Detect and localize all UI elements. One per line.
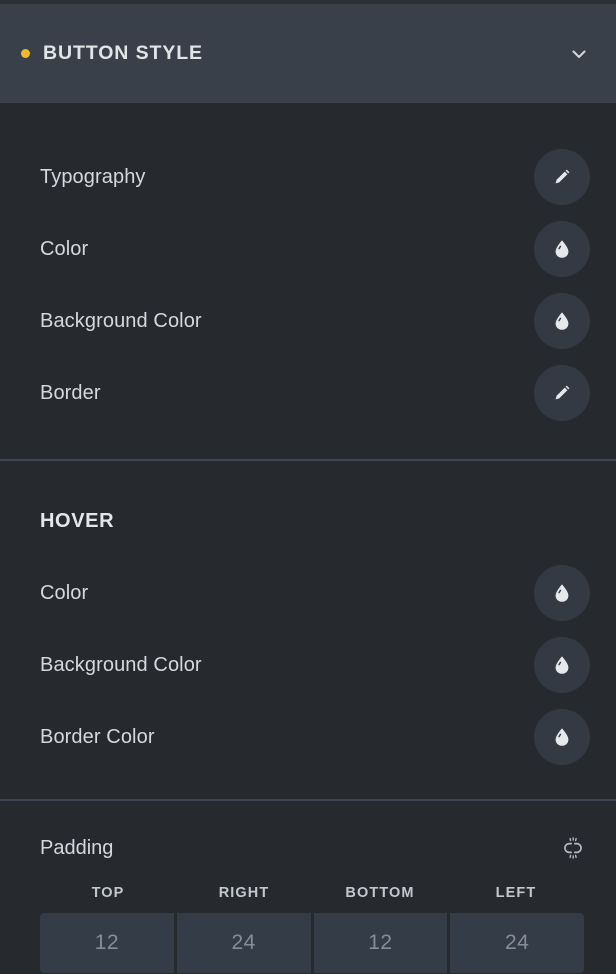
padding-input-right[interactable]: 24 (176, 913, 311, 973)
hover-background-color-picker-button[interactable] (534, 637, 590, 693)
padding-value-bottom: 12 (368, 931, 393, 954)
padding-control-group: Padding TOP RIGHT BOTTOM LEFT 12 24 12 2… (0, 801, 616, 973)
padding-value-top: 12 (94, 931, 120, 954)
main-controls-group: Typography Color Background Color Border (0, 103, 616, 459)
color-drop-icon (550, 581, 574, 605)
color-drop-icon (550, 653, 574, 677)
background-color-picker-button[interactable] (534, 293, 590, 349)
typography-edit-button[interactable] (534, 149, 590, 205)
control-row-hover-border-color: Border Color (0, 701, 616, 773)
color-drop-icon (550, 309, 574, 333)
control-row-color: Color (0, 213, 616, 285)
control-row-background-color: Background Color (0, 285, 616, 357)
padding-value-left: 24 (504, 931, 530, 954)
padding-input-left[interactable]: 24 (450, 913, 584, 973)
padding-field-labels: TOP RIGHT BOTTOM LEFT (0, 885, 616, 901)
color-drop-icon (550, 237, 574, 261)
page-title: BUTTON STYLE (43, 42, 203, 64)
unlinked-chain-icon[interactable] (558, 833, 588, 863)
hover-controls-group: HOVER Color Background Color Border Colo… (0, 461, 616, 799)
border-edit-button[interactable] (534, 365, 590, 421)
control-label: Background Color (40, 309, 202, 332)
control-label: Color (40, 581, 89, 604)
padding-value-right: 24 (231, 931, 256, 954)
button-style-panel: BUTTON STYLE Typography Color Background… (0, 0, 616, 974)
padding-label-left: LEFT (495, 885, 537, 901)
section-header-button-style[interactable]: BUTTON STYLE (0, 4, 616, 103)
padding-label-right: RIGHT (218, 885, 270, 901)
padding-input-bottom[interactable]: 12 (313, 913, 448, 973)
padding-header: Padding (0, 823, 616, 873)
hover-border-color-picker-button[interactable] (534, 709, 590, 765)
control-label: Border Color (40, 725, 155, 748)
padding-label-top: TOP (91, 885, 125, 901)
control-label: Typography (40, 165, 146, 188)
pencil-icon (550, 165, 574, 189)
color-picker-button[interactable] (534, 221, 590, 277)
padding-inputs: 12 24 12 24 (0, 913, 616, 973)
padding-label-bottom: BOTTOM (345, 885, 415, 901)
control-label: Border (40, 381, 101, 404)
pencil-icon (550, 381, 574, 405)
control-row-hover-color: Color (0, 557, 616, 629)
padding-label: Padding (40, 836, 114, 859)
color-drop-icon (550, 725, 574, 749)
hover-color-picker-button[interactable] (534, 565, 590, 621)
control-row-hover-background-color: Background Color (0, 629, 616, 701)
control-label: Color (40, 237, 89, 260)
sub-section-title: HOVER (40, 509, 115, 532)
chevron-down-icon[interactable] (568, 43, 590, 65)
control-row-typography: Typography (0, 141, 616, 213)
dot-indicator-icon (21, 49, 30, 58)
control-label: Background Color (40, 653, 202, 676)
hover-section-heading: HOVER (0, 485, 616, 557)
panel-body: Typography Color Background Color Border… (0, 103, 616, 973)
control-row-border: Border (0, 357, 616, 429)
padding-input-top[interactable]: 12 (40, 913, 174, 973)
